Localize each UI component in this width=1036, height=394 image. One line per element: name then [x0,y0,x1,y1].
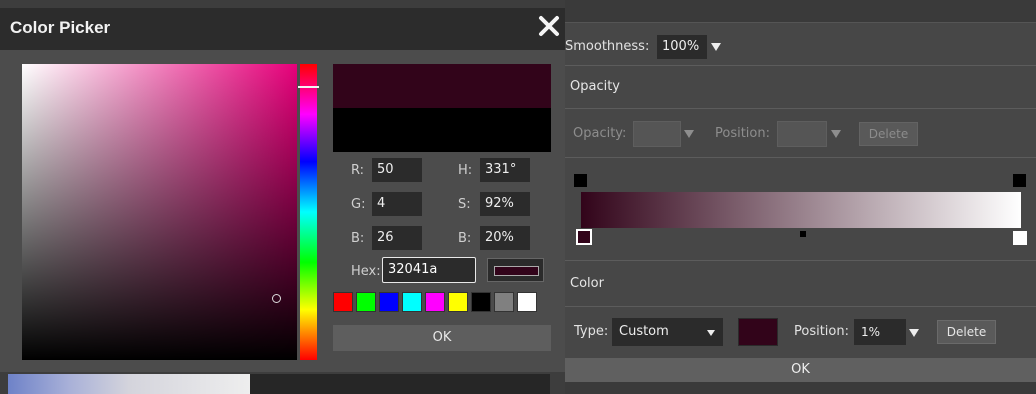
s-input[interactable]: 92% [480,192,530,216]
color-heading: Color [570,276,604,291]
hex-color-swatch [494,266,539,276]
brightness-label: B: [458,231,472,246]
close-icon[interactable] [536,13,562,39]
b-label: B: [351,231,365,246]
g-label: G: [351,197,366,212]
h-input[interactable]: 331° [480,158,530,182]
smoothness-dropdown-icon[interactable] [711,43,721,51]
preset-swatch[interactable] [517,292,537,312]
preset-swatch[interactable] [379,292,399,312]
hex-input[interactable]: 32041a [382,257,476,283]
divider [565,108,1036,109]
type-label: Type: [574,324,609,339]
color-position-dropdown-icon[interactable] [909,329,919,337]
opacity-position-input[interactable] [777,121,827,147]
opacity-stop-left[interactable] [574,174,587,187]
opacity-delete-button[interactable]: Delete [859,122,918,146]
color-stop-swatch[interactable] [738,318,778,346]
preset-swatch[interactable] [402,292,422,312]
panel-top-strip [565,0,1036,23]
preset-swatch[interactable] [448,292,468,312]
previous-color-preview [333,108,551,152]
s-label: S: [458,197,471,212]
preset-swatch[interactable] [471,292,491,312]
type-select-value: Custom [619,324,669,339]
gradient-editor-panel: Smoothness: 100% Opacity Opacity: Positi… [565,0,1036,394]
h-label: H: [458,163,473,178]
preset-swatch[interactable] [425,292,445,312]
color-position-input[interactable]: 1% [854,319,906,345]
opacity-heading: Opacity [570,79,621,94]
opacity-dropdown-icon[interactable] [684,130,694,138]
smoothness-input[interactable]: 100% [657,35,707,59]
background-dark-strip [250,374,550,394]
preset-swatch[interactable] [356,292,376,312]
r-label: R: [351,163,365,178]
ok-button[interactable]: OK [333,325,551,351]
divider [565,260,1036,261]
hue-slider[interactable] [300,64,317,360]
preset-swatches [333,292,551,314]
color-stop-left[interactable] [576,229,592,245]
preset-swatch[interactable] [494,292,514,312]
opacity-position-dropdown-icon[interactable] [831,130,841,138]
color-position-label: Position: [794,324,849,339]
opacity-position-label: Position: [715,126,770,141]
midpoint-marker[interactable] [800,231,806,237]
saturation-value-square[interactable] [22,64,297,360]
divider [565,65,1036,66]
panel-bottom-strip [565,382,1036,394]
type-dropdown-icon[interactable] [707,330,715,336]
preset-swatch[interactable] [333,292,353,312]
hue-slider-handle[interactable] [298,86,319,88]
opacity-input[interactable] [633,121,681,147]
b-input[interactable]: 26 [372,226,422,250]
gradient-ok-button[interactable]: OK [565,358,1036,382]
opacity-stop-right[interactable] [1013,174,1026,187]
color-delete-button[interactable]: Delete [937,320,996,344]
gradient-preview-bar[interactable] [581,192,1021,228]
opacity-label: Opacity: [573,126,627,141]
color-cursor[interactable] [272,294,281,303]
r-input[interactable]: 50 [372,158,422,182]
dialog-title: Color Picker [10,18,111,37]
divider [565,157,1036,158]
new-color-preview [333,64,551,108]
color-stop-right[interactable] [1013,231,1027,245]
divider [565,306,1036,307]
background-canvas-strip [8,374,250,394]
g-input[interactable]: 4 [372,192,422,216]
hex-label: Hex: [351,264,381,279]
smoothness-label: Smoothness: [565,39,650,54]
brightness-input[interactable]: 20% [480,226,530,250]
